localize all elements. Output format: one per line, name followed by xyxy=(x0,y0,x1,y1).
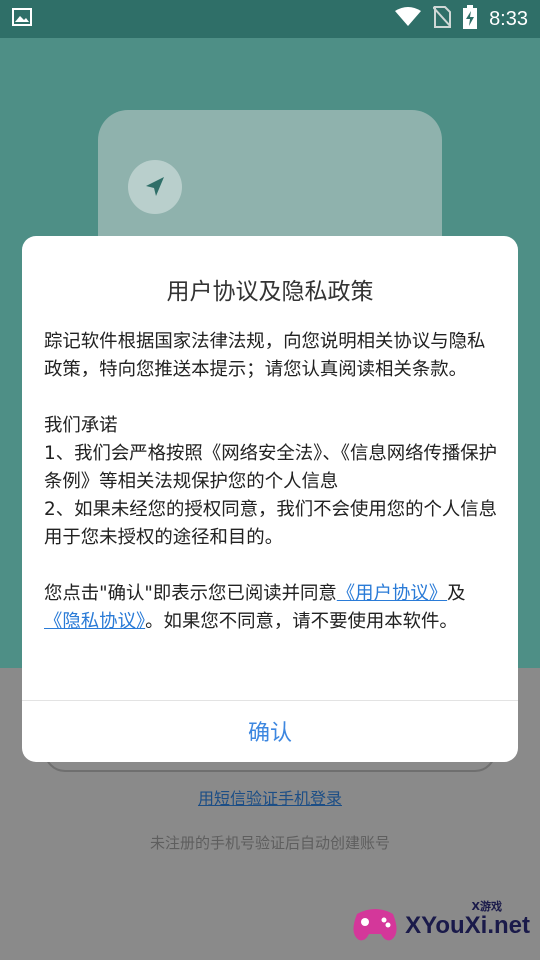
dialog-body: 踪记软件根据国家法律法规，向您说明相关协议与隐私政策，特向您推送本提示；请您认真… xyxy=(44,328,502,636)
no-sim-icon xyxy=(432,6,452,32)
navigation-arrow-icon xyxy=(128,160,182,214)
watermark-text: XYouXi.net xyxy=(405,912,530,939)
promise-item-2: 2、如果未经您的授权同意，我们不会使用您的个人信息用于您未授权的途径和目的。 xyxy=(44,499,498,548)
gamepad-logo-icon xyxy=(351,904,399,948)
watermark-small: X游戏 xyxy=(471,900,502,913)
user-agreement-link[interactable]: 《用户协议》 xyxy=(337,583,447,604)
image-icon xyxy=(12,7,32,31)
privacy-agreement-link[interactable]: 《隐私协议》 xyxy=(44,611,145,632)
status-time: 8:33 xyxy=(489,7,528,30)
consent-suffix: 。如果您不同意，请不要使用本软件。 xyxy=(145,611,458,632)
privacy-dialog: 用户协议及隐私政策 踪记软件根据国家法律法规，向您说明相关协议与隐私政策，特向您… xyxy=(22,236,518,762)
promise-item-1: 1、我们会严格按照《网络安全法》、《信息网络传播保护条例》等相关法规保护您的个人… xyxy=(44,443,498,492)
dialog-title: 用户协议及隐私政策 xyxy=(166,279,374,305)
intro-text: 踪记软件根据国家法律法规，向您说明相关协议与隐私政策，特向您推送本提示；请您认真… xyxy=(44,331,486,380)
consent-and: 及 xyxy=(447,583,466,604)
consent-text: 您点击"确认"即表示您已阅读并同意《用户协议》及《隐私协议》。如果您不同意，请不… xyxy=(44,580,502,636)
watermark: X游戏 XYouXi.net xyxy=(351,900,530,948)
promise-heading: 我们承诺 xyxy=(44,415,118,436)
register-hint: 未注册的手机号验证后自动创建账号 xyxy=(149,834,390,852)
consent-prefix: 您点击"确认"即表示您已阅读并同意 xyxy=(44,583,337,604)
status-bar: 8:33 xyxy=(0,0,540,38)
wifi-icon xyxy=(395,7,422,31)
sms-login-link[interactable]: 用短信验证手机登录 xyxy=(0,785,540,809)
confirm-button[interactable]: 确认 xyxy=(22,701,518,761)
battery-charging-icon xyxy=(463,5,478,33)
